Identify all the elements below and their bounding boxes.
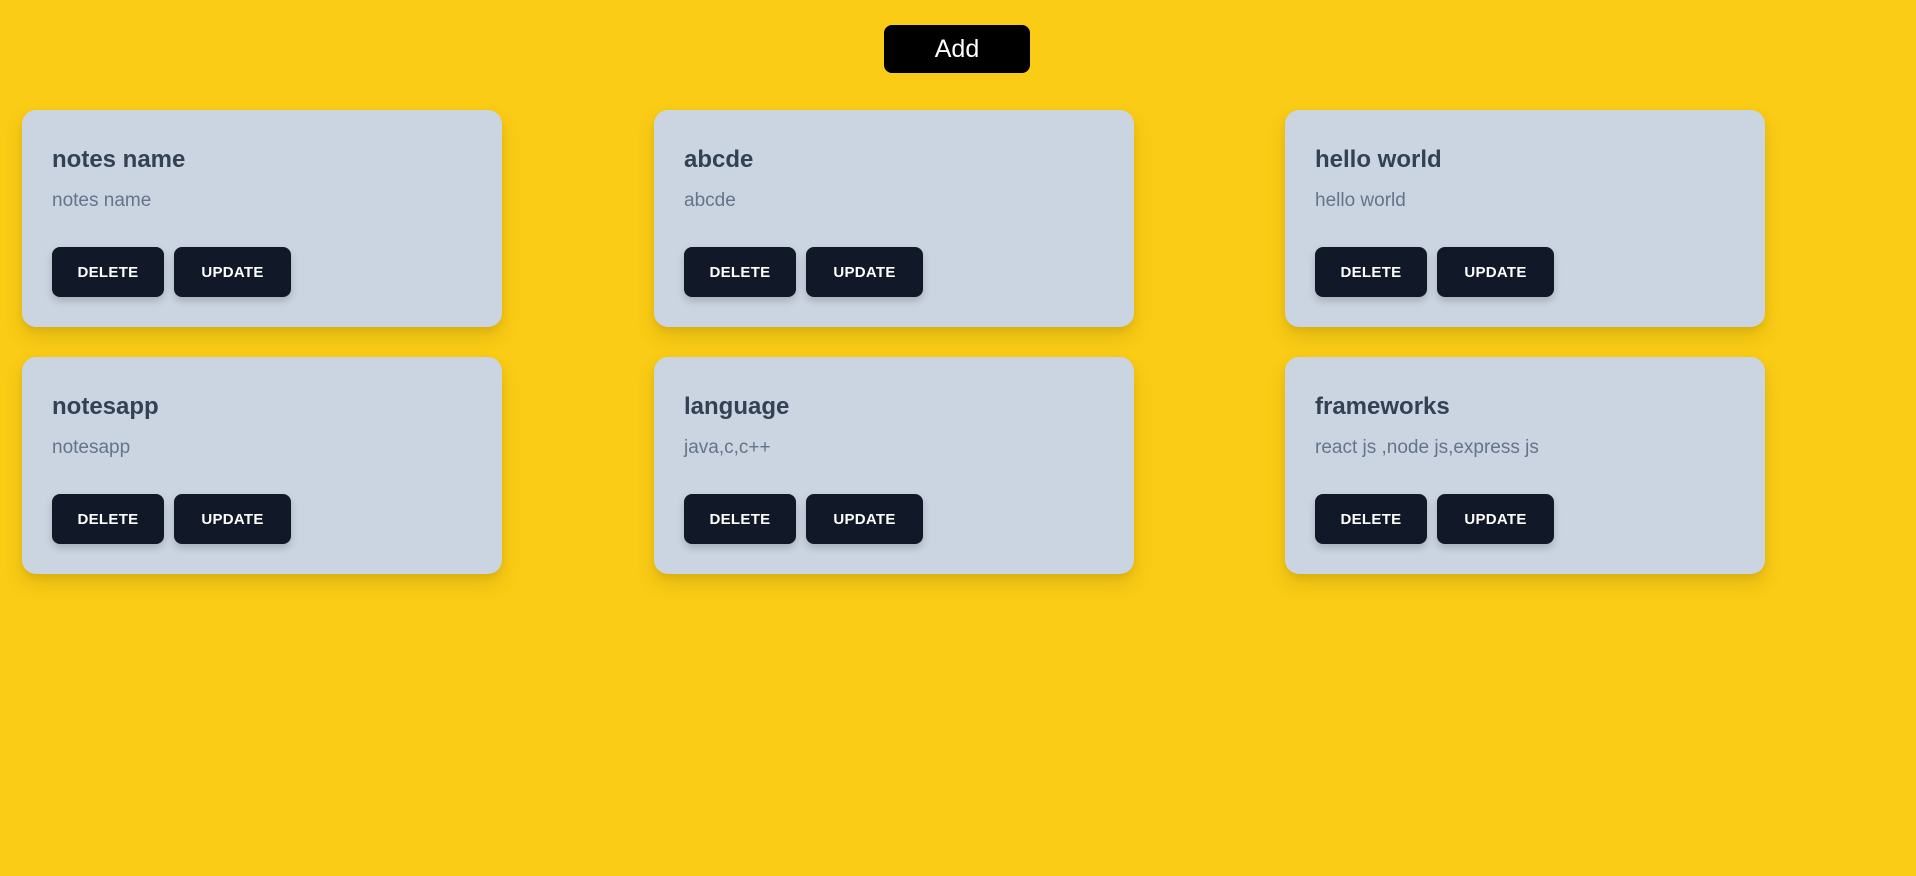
note-body: java,c,c++ [684, 437, 771, 458]
update-button[interactable]: UPDATE [174, 247, 291, 297]
update-button[interactable]: UPDATE [806, 494, 923, 544]
note-card: language java,c,c++ DELETE UPDATE [654, 357, 1134, 574]
note-actions: DELETE UPDATE [52, 247, 291, 297]
note-body: react js ,node js,express js [1315, 437, 1539, 458]
note-body: abcde [684, 190, 736, 211]
note-body: notes name [52, 190, 152, 211]
note-body: hello world [1315, 190, 1406, 211]
delete-button[interactable]: DELETE [684, 494, 796, 544]
note-actions: DELETE UPDATE [52, 494, 291, 544]
update-button[interactable]: UPDATE [1437, 247, 1554, 297]
note-title: abcde [684, 146, 754, 173]
note-title: notesapp [52, 393, 159, 420]
delete-button[interactable]: DELETE [1315, 494, 1427, 544]
delete-button[interactable]: DELETE [52, 494, 164, 544]
note-title: hello world [1315, 146, 1442, 173]
delete-button[interactable]: DELETE [1315, 247, 1427, 297]
note-card: hello world hello world DELETE UPDATE [1285, 110, 1765, 327]
note-title: notes name [52, 146, 186, 173]
note-title: frameworks [1315, 393, 1450, 420]
note-body: notesapp [52, 437, 131, 458]
delete-button[interactable]: DELETE [684, 247, 796, 297]
note-actions: DELETE UPDATE [684, 494, 923, 544]
note-actions: DELETE UPDATE [1315, 494, 1554, 544]
delete-button[interactable]: DELETE [52, 247, 164, 297]
update-button[interactable]: UPDATE [806, 247, 923, 297]
note-card: frameworks react js ,node js,express js … [1285, 357, 1765, 574]
note-card: abcde abcde DELETE UPDATE [654, 110, 1134, 327]
update-button[interactable]: UPDATE [1437, 494, 1554, 544]
note-actions: DELETE UPDATE [684, 247, 923, 297]
add-note-button[interactable]: Add [884, 25, 1030, 73]
note-actions: DELETE UPDATE [1315, 247, 1554, 297]
note-card: notesapp notesapp DELETE UPDATE [22, 357, 502, 574]
note-title: language [684, 393, 790, 420]
note-card: notes name notes name DELETE UPDATE [22, 110, 502, 327]
update-button[interactable]: UPDATE [174, 494, 291, 544]
top-bar: Add [0, 0, 1916, 110]
